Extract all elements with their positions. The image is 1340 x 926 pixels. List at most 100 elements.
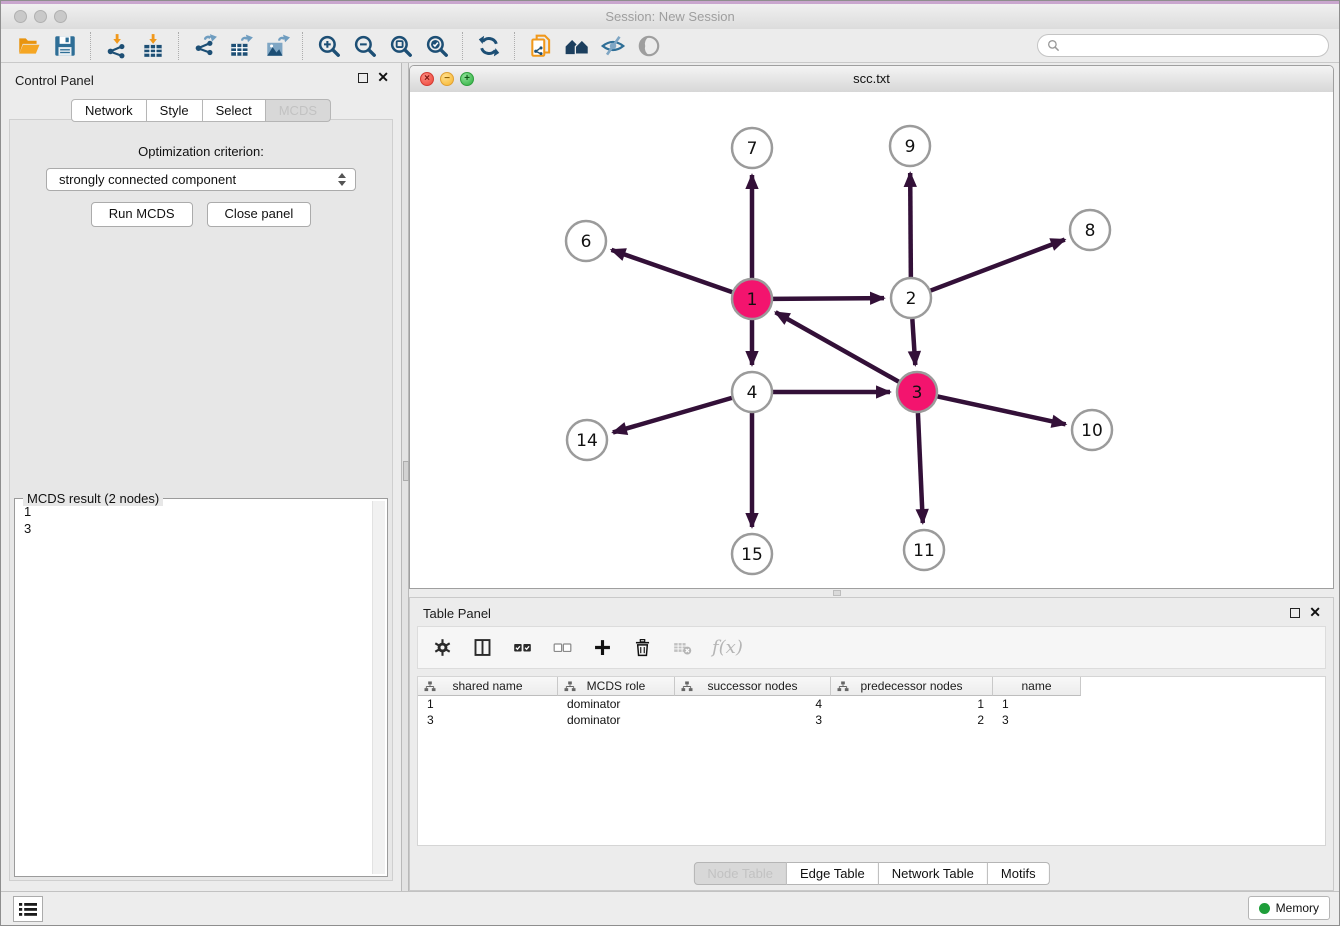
show-details-button[interactable] — [631, 31, 667, 61]
hierarchy-icon — [837, 681, 849, 692]
graph-node-label-2: 2 — [906, 289, 917, 309]
home-icon — [564, 33, 590, 59]
close-panel-icon[interactable]: ✕ — [1309, 607, 1321, 618]
graph-node-label-1: 1 — [747, 290, 758, 310]
result-scrollbar[interactable] — [372, 501, 385, 874]
vertical-splitter[interactable] — [401, 63, 409, 894]
tab-mcds[interactable]: MCDS — [266, 99, 331, 122]
trash-icon — [632, 637, 653, 658]
graph-node-label-4: 4 — [747, 383, 758, 403]
delete-table-icon — [672, 637, 693, 658]
table-header-row: shared nameMCDS rolesuccessor nodes prede… — [418, 677, 1325, 696]
column-header-label: predecessor nodes — [860, 679, 962, 693]
export-image-button[interactable] — [259, 31, 295, 61]
zoom-selected-button[interactable] — [419, 31, 455, 61]
search-field[interactable] — [1037, 34, 1329, 57]
export-table-button[interactable] — [223, 31, 259, 61]
table-row[interactable]: 3dominator323 — [418, 712, 1325, 728]
zoom-in-button[interactable] — [311, 31, 347, 61]
toolbar-separator — [178, 32, 180, 60]
table-cell: 3 — [675, 713, 831, 727]
tab-motifs[interactable]: Motifs — [988, 862, 1050, 885]
tab-select[interactable]: Select — [203, 99, 266, 122]
graph-edge-3-11[interactable] — [918, 413, 923, 523]
deselect-checkboxes-button[interactable] — [552, 637, 573, 658]
title-bar: Session: New Session — [1, 4, 1339, 30]
column-header-mcds-role[interactable]: MCDS role — [558, 677, 675, 696]
column-header-predecessor-nodes[interactable]: predecessor nodes — [831, 677, 993, 696]
criterion-selected-value: strongly connected component — [59, 172, 236, 187]
open-session-button[interactable] — [11, 31, 47, 61]
graph-edge-4-14[interactable] — [613, 398, 732, 433]
column-header-name[interactable]: name — [993, 677, 1081, 696]
tab-node-table[interactable]: Node Table — [693, 862, 787, 885]
save-session-button[interactable] — [47, 31, 83, 61]
column-header-label: name — [1021, 679, 1051, 693]
new-network-from-selection-button[interactable] — [523, 31, 559, 61]
graph-edge-2-9[interactable] — [910, 173, 911, 277]
graph-edge-1-6[interactable] — [611, 250, 732, 292]
main-toolbar — [1, 29, 1339, 63]
control-panel: Control Panel ✕ NetworkStyleSelectMCDS O… — [1, 63, 401, 894]
graph-node-label-7: 7 — [747, 139, 758, 159]
close-panel-icon[interactable]: ✕ — [377, 72, 389, 83]
column-header-successor-nodes[interactable]: successor nodes — [675, 677, 831, 696]
delete-row-button[interactable] — [632, 637, 653, 658]
function-builder-button[interactable]: f(x) — [712, 637, 743, 658]
float-panel-icon[interactable] — [358, 73, 368, 83]
tab-style[interactable]: Style — [147, 99, 203, 122]
run-mcds-button[interactable]: Run MCDS — [91, 202, 193, 227]
fit-content-button[interactable] — [383, 31, 419, 61]
criterion-select[interactable]: strongly connected component — [46, 168, 356, 191]
settings-gear-button[interactable] — [432, 637, 453, 658]
search-input[interactable] — [1065, 38, 1319, 54]
window-title: Session: New Session — [1, 9, 1339, 24]
columns-icon — [472, 637, 493, 658]
graph-edge-3-1[interactable] — [776, 312, 899, 381]
column-header-shared-name[interactable]: shared name — [418, 677, 558, 696]
task-history-button[interactable] — [13, 896, 43, 922]
import-table-button[interactable] — [135, 31, 171, 61]
float-panel-icon[interactable] — [1290, 608, 1300, 618]
refresh-view-button[interactable] — [471, 31, 507, 61]
split-columns-button[interactable] — [472, 637, 493, 658]
eye-slash-icon — [600, 33, 626, 59]
tab-network[interactable]: Network — [71, 99, 147, 122]
tab-network-table[interactable]: Network Table — [879, 862, 988, 885]
table-cell: 4 — [675, 697, 831, 711]
table-row[interactable]: 1dominator411 — [418, 696, 1325, 712]
graph-node-label-3: 3 — [912, 383, 923, 403]
graph-edge-1-2[interactable] — [773, 298, 884, 299]
table-cell: 1 — [993, 697, 1081, 711]
mcds-result-box: MCDS result (2 nodes) 1 3 — [14, 498, 388, 877]
toolbar-separator — [514, 32, 516, 60]
graph-edge-2-8[interactable] — [931, 240, 1065, 291]
tab-edge-table[interactable]: Edge Table — [787, 862, 879, 885]
close-panel-button[interactable]: Close panel — [207, 202, 312, 227]
network-canvas[interactable]: 1234678910111415 — [410, 92, 1333, 588]
delete-table-button[interactable] — [672, 637, 693, 658]
graph-edge-3-10[interactable] — [938, 396, 1066, 424]
export-network-icon — [192, 33, 218, 59]
mcds-panel: Optimization criterion: strongly connect… — [9, 119, 393, 881]
horizontal-splitter-handle[interactable] — [833, 590, 841, 596]
checked-boxes-icon — [512, 637, 533, 658]
add-row-button[interactable] — [592, 637, 613, 658]
memory-button[interactable]: Memory — [1248, 896, 1330, 920]
hide-graphics-details-button[interactable] — [595, 31, 631, 61]
graph-node-label-9: 9 — [905, 137, 916, 157]
import-network-button[interactable] — [99, 31, 135, 61]
zoom-selected-icon — [424, 33, 450, 59]
zoom-in-icon — [316, 33, 342, 59]
select-all-checkboxes-button[interactable] — [512, 637, 533, 658]
export-network-button[interactable] — [187, 31, 223, 61]
graph-edge-2-3[interactable] — [912, 319, 915, 365]
network-graph[interactable]: 1234678910111415 — [410, 92, 1333, 588]
open-folder-icon — [16, 33, 42, 59]
memory-status-icon — [1259, 903, 1270, 914]
node-table: shared nameMCDS rolesuccessor nodes prede… — [417, 676, 1326, 846]
home-button[interactable] — [559, 31, 595, 61]
network-window-titlebar[interactable]: × − + scc.txt — [410, 66, 1333, 93]
zoom-out-button[interactable] — [347, 31, 383, 61]
search-icon — [1047, 39, 1060, 52]
